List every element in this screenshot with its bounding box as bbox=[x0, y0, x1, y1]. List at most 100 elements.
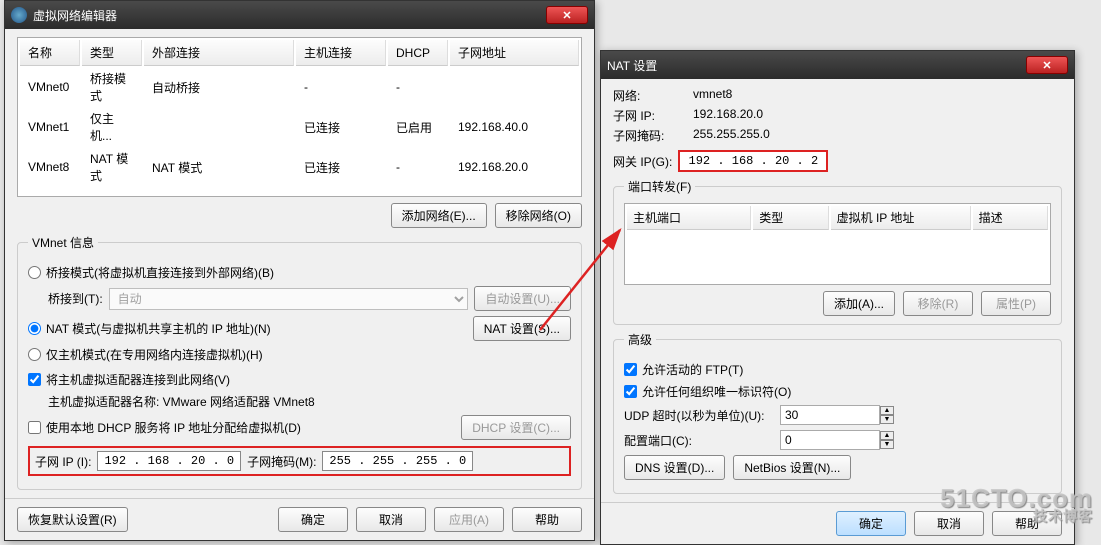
subnet-ip-input[interactable]: 192 . 168 . 20 . 0 bbox=[97, 451, 241, 471]
network-row-2[interactable]: VMnet8 NAT 模式 NAT 模式 已连接 - 192.168.20.0 bbox=[20, 148, 579, 186]
config-port-input[interactable] bbox=[780, 430, 880, 450]
network-row-1[interactable]: VMnet1 仅主机... 已连接 已启用 192.168.40.0 bbox=[20, 108, 579, 146]
udp-timeout-input[interactable] bbox=[780, 405, 880, 425]
gateway-ip-input[interactable]: 192 . 168 . 20 . 2 bbox=[678, 150, 828, 172]
cell: NAT 模式 bbox=[144, 148, 294, 186]
allow-oui-label: 允许任何组织唯一标识符(O) bbox=[642, 383, 791, 400]
vne-close-button[interactable]: ✕ bbox=[546, 6, 588, 24]
allow-ftp-check[interactable] bbox=[624, 363, 637, 376]
cell: - bbox=[388, 68, 448, 106]
cell: - bbox=[388, 148, 448, 186]
auto-settings-button[interactable]: 自动设置(U)... bbox=[474, 286, 571, 311]
cell: 192.168.40.0 bbox=[450, 108, 579, 146]
connect-host-adapter-check[interactable] bbox=[28, 373, 41, 386]
vne-titlebar: 虚拟网络编辑器 ✕ bbox=[5, 1, 594, 29]
cell: VMnet1 bbox=[20, 108, 80, 146]
nat-ok-button[interactable]: 确定 bbox=[836, 511, 906, 536]
restore-defaults-button[interactable]: 恢复默认设置(R) bbox=[17, 507, 128, 532]
advanced-fieldset: 高级 允许活动的 FTP(T) 允许任何组织唯一标识符(O) UDP 超时(以秒… bbox=[613, 331, 1062, 494]
connect-host-adapter-label: 将主机虚拟适配器连接到此网络(V) bbox=[46, 371, 230, 388]
nat-close-button[interactable]: ✕ bbox=[1026, 56, 1068, 74]
nat-settings-window: NAT 设置 ✕ 网络: vmnet8 子网 IP: 192.168.20.0 … bbox=[600, 50, 1075, 545]
vne-bottom-row: 恢复默认设置(R) 确定 取消 应用(A) 帮助 bbox=[5, 498, 594, 540]
udp-timeout-spinner[interactable]: ▲▼ bbox=[880, 406, 894, 424]
col-ext[interactable]: 外部连接 bbox=[144, 40, 294, 66]
network-label: 网络: bbox=[613, 87, 683, 104]
bridge-mode-radio[interactable] bbox=[28, 266, 41, 279]
nat-title: NAT 设置 bbox=[607, 57, 1026, 74]
port-forward-fieldset: 端口转发(F) 主机端口 类型 虚拟机 IP 地址 描述 添加(A)... 移除… bbox=[613, 178, 1062, 325]
pf-add-button[interactable]: 添加(A)... bbox=[823, 291, 895, 316]
bridge-to-label: 桥接到(T): bbox=[48, 290, 103, 307]
port-forward-table: 主机端口 类型 虚拟机 IP 地址 描述 bbox=[624, 203, 1051, 285]
pf-col-vmip[interactable]: 虚拟机 IP 地址 bbox=[831, 206, 971, 230]
subnet-mask-input[interactable]: 255 . 255 . 255 . 0 bbox=[322, 451, 473, 471]
mask-label: 子网掩码: bbox=[613, 127, 683, 144]
col-subnet[interactable]: 子网地址 bbox=[450, 40, 579, 66]
cell: 已启用 bbox=[388, 108, 448, 146]
dns-settings-button[interactable]: DNS 设置(D)... bbox=[624, 455, 725, 480]
col-host[interactable]: 主机连接 bbox=[296, 40, 386, 66]
network-value: vmnet8 bbox=[693, 87, 1062, 104]
network-table-header-row: 名称 类型 外部连接 主机连接 DHCP 子网地址 bbox=[20, 40, 579, 66]
remove-network-button[interactable]: 移除网络(O) bbox=[495, 203, 582, 228]
hostonly-mode-label: 仅主机模式(在专用网络内连接虚拟机)(H) bbox=[46, 346, 263, 363]
advanced-legend: 高级 bbox=[624, 331, 656, 348]
pf-col-type[interactable]: 类型 bbox=[753, 206, 828, 230]
vne-body: 名称 类型 外部连接 主机连接 DHCP 子网地址 VMnet0 桥接模式 自动… bbox=[5, 29, 594, 498]
add-network-button[interactable]: 添加网络(E)... bbox=[391, 203, 487, 228]
pf-col-hostport[interactable]: 主机端口 bbox=[627, 206, 751, 230]
subnet-ip-label: 子网 IP (I): bbox=[35, 453, 91, 470]
cell: 已连接 bbox=[296, 108, 386, 146]
config-port-label: 配置端口(C): bbox=[624, 432, 774, 449]
cell bbox=[144, 108, 294, 146]
nat-titlebar: NAT 设置 ✕ bbox=[601, 51, 1074, 79]
col-name[interactable]: 名称 bbox=[20, 40, 80, 66]
subnetip-label: 子网 IP: bbox=[613, 107, 683, 124]
col-type[interactable]: 类型 bbox=[82, 40, 142, 66]
pf-remove-button[interactable]: 移除(R) bbox=[903, 291, 973, 316]
allow-oui-check[interactable] bbox=[624, 385, 637, 398]
use-dhcp-check[interactable] bbox=[28, 421, 41, 434]
pf-col-desc[interactable]: 描述 bbox=[973, 206, 1048, 230]
dhcp-settings-button[interactable]: DHCP 设置(C)... bbox=[461, 415, 571, 440]
app-icon bbox=[11, 7, 27, 23]
network-row-0[interactable]: VMnet0 桥接模式 自动桥接 - - bbox=[20, 68, 579, 106]
vne-cancel-button[interactable]: 取消 bbox=[356, 507, 426, 532]
vmnet-info-legend: VMnet 信息 bbox=[28, 234, 98, 251]
udp-timeout-label: UDP 超时(以秒为单位)(U): bbox=[624, 407, 774, 424]
pf-props-button[interactable]: 属性(P) bbox=[981, 291, 1051, 316]
gateway-label: 网关 IP(G): bbox=[613, 153, 672, 170]
subnetip-value: 192.168.20.0 bbox=[693, 107, 1062, 124]
cell bbox=[450, 68, 579, 106]
cell: 192.168.20.0 bbox=[450, 148, 579, 186]
cell: NAT 模式 bbox=[82, 148, 142, 186]
network-list-panel: 名称 类型 外部连接 主机连接 DHCP 子网地址 VMnet0 桥接模式 自动… bbox=[17, 37, 582, 197]
config-port-spinner[interactable]: ▲▼ bbox=[880, 431, 894, 449]
cell: 已连接 bbox=[296, 148, 386, 186]
nat-settings-button[interactable]: NAT 设置(S)... bbox=[473, 316, 571, 341]
hostonly-mode-radio[interactable] bbox=[28, 348, 41, 361]
cell: - bbox=[296, 68, 386, 106]
subnet-mask-label: 子网掩码(M): bbox=[247, 453, 316, 470]
vne-apply-button[interactable]: 应用(A) bbox=[434, 507, 504, 532]
col-dhcp[interactable]: DHCP bbox=[388, 40, 448, 66]
cell: VMnet8 bbox=[20, 148, 80, 186]
vne-title: 虚拟网络编辑器 bbox=[33, 7, 546, 24]
vmnet-info-fieldset: VMnet 信息 桥接模式(将虚拟机直接连接到外部网络)(B) 桥接到(T): … bbox=[17, 234, 582, 490]
nat-info-grid: 网络: vmnet8 子网 IP: 192.168.20.0 子网掩码: 255… bbox=[613, 87, 1062, 144]
allow-ftp-label: 允许活动的 FTP(T) bbox=[642, 361, 743, 378]
network-table: 名称 类型 外部连接 主机连接 DHCP 子网地址 VMnet0 桥接模式 自动… bbox=[18, 38, 581, 188]
mask-value: 255.255.255.0 bbox=[693, 127, 1062, 144]
vne-help-button[interactable]: 帮助 bbox=[512, 507, 582, 532]
bridge-to-select[interactable]: 自动 bbox=[109, 288, 469, 310]
pf-header-row: 主机端口 类型 虚拟机 IP 地址 描述 bbox=[627, 206, 1048, 230]
vne-ok-button[interactable]: 确定 bbox=[278, 507, 348, 532]
nat-mode-radio[interactable] bbox=[28, 322, 41, 335]
watermark: 51CTO.com 技术博客 bbox=[940, 487, 1093, 523]
use-dhcp-label: 使用本地 DHCP 服务将 IP 地址分配给虚拟机(D) bbox=[46, 419, 301, 436]
cell: 桥接模式 bbox=[82, 68, 142, 106]
netbios-settings-button[interactable]: NetBios 设置(N)... bbox=[733, 455, 851, 480]
bridge-mode-label: 桥接模式(将虚拟机直接连接到外部网络)(B) bbox=[46, 264, 274, 281]
port-forward-legend: 端口转发(F) bbox=[624, 178, 695, 195]
